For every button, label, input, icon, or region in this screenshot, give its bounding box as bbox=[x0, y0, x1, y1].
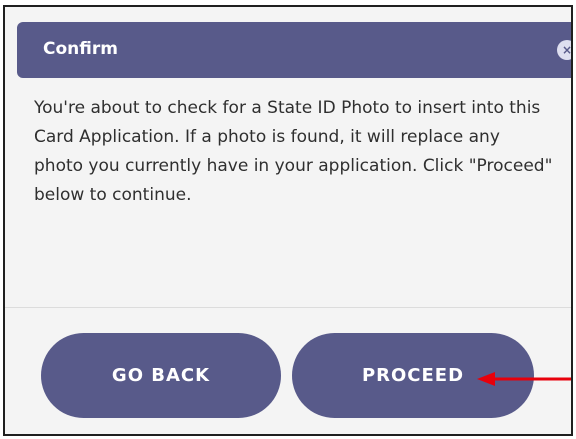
dialog-title: Confirm bbox=[43, 39, 118, 59]
dialog-message: You're about to check for a State ID Pho… bbox=[34, 98, 553, 205]
go-back-button[interactable]: GO BACK bbox=[41, 333, 281, 418]
close-button[interactable]: × bbox=[557, 40, 573, 60]
dialog-divider bbox=[5, 307, 571, 308]
dialog-titlebar: Confirm × bbox=[17, 22, 573, 78]
close-icon: × bbox=[561, 43, 573, 57]
confirm-dialog: Confirm × You're about to check for a St… bbox=[3, 5, 573, 436]
red-arrow-icon bbox=[477, 372, 571, 386]
